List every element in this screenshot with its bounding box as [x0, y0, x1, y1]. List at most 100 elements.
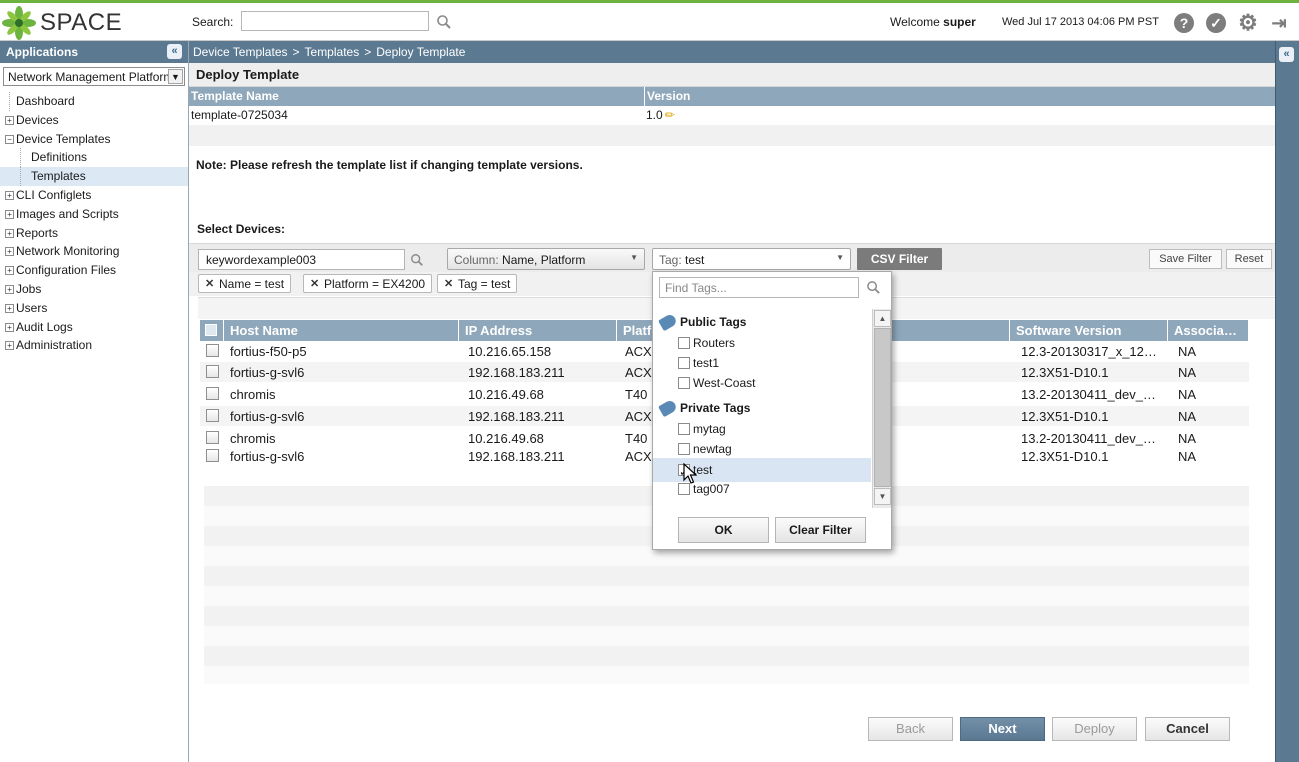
refresh-note: Note: Please refresh the template list i…: [196, 158, 583, 172]
keyword-input[interactable]: keywordexample003: [198, 249, 405, 270]
close-icon[interactable]: ✕: [205, 277, 214, 290]
gear-icon[interactable]: ⚙: [1238, 12, 1258, 34]
csv-filter-button[interactable]: CSV Filter: [857, 248, 942, 270]
expand-icon[interactable]: +: [5, 284, 14, 294]
expand-icon[interactable]: +: [5, 228, 14, 238]
nav-item-jobs[interactable]: + Jobs: [0, 280, 188, 299]
ok-button[interactable]: OK: [678, 517, 769, 543]
nav-item-network-monitoring[interactable]: + Network Monitoring: [0, 242, 188, 261]
nav-item-images-and-scripts[interactable]: + Images and Scripts: [0, 205, 188, 224]
row-checkbox[interactable]: [206, 431, 219, 444]
nav-item-cli-configlets[interactable]: + CLI Configlets: [0, 186, 188, 205]
chevron-down-icon[interactable]: ▼: [168, 69, 183, 84]
platform: T40: [625, 431, 648, 446]
application-select[interactable]: Network Management Platform ▼: [3, 67, 185, 86]
expand-icon[interactable]: +: [5, 190, 14, 200]
page-title: Deploy Template: [189, 63, 1275, 87]
nav-item-devices[interactable]: + Devices: [0, 111, 188, 130]
nav-item-definitions[interactable]: Definitions: [0, 148, 188, 168]
breadcrumb-device-templates[interactable]: Device Templates: [193, 45, 288, 59]
tag-option-west-coast[interactable]: West-Coast: [653, 373, 871, 393]
tag-checkbox[interactable]: [678, 337, 690, 349]
column-filter-value: Name, Platform: [502, 253, 586, 267]
col-host-name[interactable]: Host Name: [224, 320, 459, 341]
edit-pencil-icon[interactable]: ✏: [665, 108, 675, 122]
close-icon[interactable]: ✕: [444, 277, 453, 290]
row-checkbox[interactable]: [206, 449, 219, 462]
clear-filter-button[interactable]: Clear Filter: [775, 517, 866, 543]
col-software-version[interactable]: Software Version: [1010, 320, 1168, 341]
tag-checkbox[interactable]: [678, 443, 690, 455]
next-button[interactable]: Next: [960, 717, 1045, 741]
collapse-icon[interactable]: −: [5, 134, 14, 144]
close-icon[interactable]: ✕: [310, 277, 319, 290]
tag-checkbox[interactable]: [678, 357, 690, 369]
filter-chip[interactable]: ✕ Name = test: [198, 274, 292, 293]
help-icon[interactable]: ?: [1174, 13, 1194, 33]
check-icon[interactable]: ✓: [1206, 13, 1226, 33]
template-table-filler: [189, 125, 1275, 146]
nav-item-device-templates[interactable]: − Device Templates: [0, 130, 188, 149]
expand-icon[interactable]: +: [5, 303, 14, 313]
collapse-left-icon[interactable]: «: [167, 44, 182, 59]
column-filter-select[interactable]: Column: Name, Platform ▼: [447, 248, 645, 270]
nav-item-configuration-files[interactable]: + Configuration Files: [0, 261, 188, 280]
collapse-right-icon[interactable]: «: [1279, 47, 1294, 62]
platform: ACX: [625, 409, 652, 424]
expand-icon[interactable]: +: [5, 322, 14, 332]
logout-icon[interactable]: ⇥: [1269, 13, 1289, 33]
tag-checkbox[interactable]: [678, 423, 690, 435]
row-checkbox[interactable]: [206, 365, 219, 378]
template-name: template-0725034: [191, 108, 288, 122]
associated: NA: [1178, 387, 1197, 402]
search-icon[interactable]: [866, 280, 881, 295]
tag-option-routers[interactable]: Routers: [653, 333, 871, 353]
ip-address: 192.168.183.211: [468, 449, 565, 464]
find-tags-input[interactable]: Find Tags...: [659, 277, 859, 298]
expand-icon[interactable]: +: [5, 247, 14, 257]
expand-icon[interactable]: +: [5, 341, 14, 351]
save-filter-button[interactable]: Save Filter: [1149, 249, 1222, 269]
row-checkbox[interactable]: [206, 387, 219, 400]
tag-filter-select[interactable]: Tag: test ▼: [652, 248, 851, 270]
reset-button[interactable]: Reset: [1226, 249, 1272, 269]
back-button[interactable]: Back: [868, 717, 953, 741]
software-version: 13.2-20130411_dev_…: [1021, 387, 1156, 402]
tag-option-mytag[interactable]: mytag: [653, 419, 871, 439]
deploy-button[interactable]: Deploy: [1052, 717, 1137, 741]
expand-icon[interactable]: +: [5, 209, 14, 219]
select-all-column: [200, 320, 224, 341]
breadcrumb-templates[interactable]: Templates: [305, 45, 360, 59]
datetime: Wed Jul 17 2013 04:06 PM PST: [1002, 16, 1159, 28]
col-associated[interactable]: Associa…: [1168, 320, 1249, 341]
row-checkbox[interactable]: [206, 344, 219, 357]
scroll-thumb[interactable]: [874, 328, 891, 487]
expand-icon[interactable]: +: [5, 115, 14, 125]
expand-icon[interactable]: +: [5, 266, 14, 276]
tag-option-newtag[interactable]: newtag: [653, 439, 871, 459]
associated: NA: [1178, 365, 1197, 380]
host-name: chromis: [230, 387, 276, 402]
search-input[interactable]: [241, 11, 429, 31]
template-name-header: Template Name: [191, 89, 279, 103]
filter-chip[interactable]: ✕ Platform = EX4200: [303, 274, 433, 293]
tag-list-scrollbar[interactable]: ▲ ▼: [872, 309, 891, 508]
nav-item-dashboard[interactable]: Dashboard: [0, 92, 188, 111]
tag-checkbox[interactable]: [678, 377, 690, 389]
tag-option-test1[interactable]: test1: [653, 353, 871, 373]
nav-item-reports[interactable]: + Reports: [0, 224, 188, 243]
select-all-checkbox[interactable]: [205, 324, 217, 336]
scroll-down-icon[interactable]: ▼: [874, 488, 891, 505]
nav-item-audit-logs[interactable]: + Audit Logs: [0, 318, 188, 337]
applications-title: Applications: [6, 45, 79, 59]
nav-item-administration[interactable]: + Administration: [0, 336, 188, 355]
search-icon[interactable]: [436, 14, 452, 30]
nav-item-users[interactable]: + Users: [0, 299, 188, 318]
filter-chip[interactable]: ✕ Tag = test: [437, 274, 518, 293]
col-ip-address[interactable]: IP Address: [459, 320, 617, 341]
scroll-up-icon[interactable]: ▲: [874, 310, 891, 327]
nav-item-templates[interactable]: Templates: [0, 167, 188, 186]
row-checkbox[interactable]: [206, 409, 219, 422]
keyword-search-icon[interactable]: [410, 253, 424, 267]
cancel-button[interactable]: Cancel: [1145, 717, 1230, 741]
